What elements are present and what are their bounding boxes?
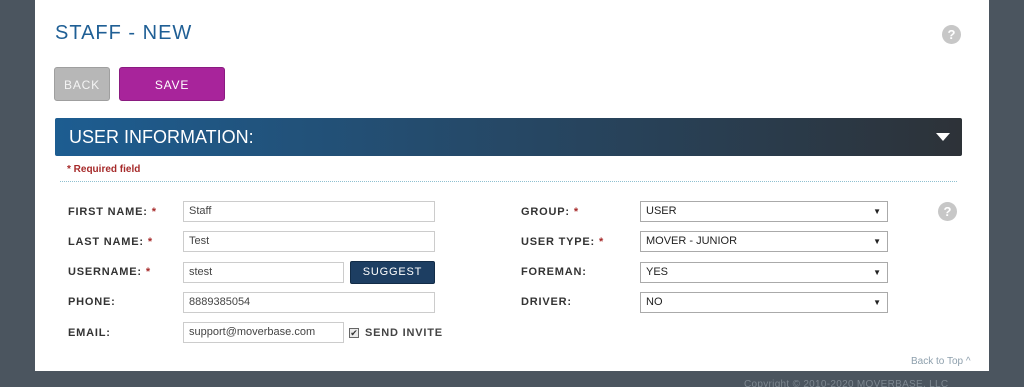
divider	[60, 181, 957, 182]
suggest-button[interactable]: SUGGEST	[350, 261, 435, 284]
content-panel: STAFF - NEW ? BACK SAVE USER INFORMATION…	[35, 0, 989, 371]
group-label: GROUP: *	[521, 206, 579, 218]
back-button[interactable]: BACK	[54, 67, 110, 101]
user-type-label: USER TYPE: *	[521, 236, 605, 248]
send-invite-label[interactable]: SEND INVITE	[365, 327, 443, 339]
page-title: STAFF - NEW	[55, 22, 193, 44]
chevron-down-icon: ▼	[873, 298, 881, 307]
phone-field[interactable]: 8889385054	[183, 292, 435, 313]
first-name-field[interactable]: Staff	[183, 201, 435, 222]
help-icon[interactable]: ?	[938, 202, 957, 221]
email-field[interactable]: support@moverbase.com	[183, 322, 344, 343]
group-select[interactable]: USER ▼	[640, 201, 888, 222]
help-icon[interactable]: ?	[942, 25, 961, 44]
chevron-down-icon: ▼	[873, 237, 881, 246]
send-invite-checkbox[interactable]: ✔	[349, 328, 359, 338]
section-header-user-information[interactable]: USER INFORMATION:	[55, 118, 962, 156]
copyright-text: Copyright © 2010-2020 MOVERBASE, LLC	[744, 379, 949, 387]
first-name-label: FIRST NAME: *	[68, 206, 157, 218]
foreman-label: FOREMAN:	[521, 266, 587, 278]
collapse-caret-icon[interactable]	[936, 133, 950, 141]
driver-label: DRIVER:	[521, 296, 572, 308]
back-to-top-link[interactable]: Back to Top ^	[911, 356, 971, 367]
section-title: USER INFORMATION:	[69, 127, 254, 147]
driver-select[interactable]: NO ▼	[640, 292, 888, 313]
last-name-label: LAST NAME: *	[68, 236, 153, 248]
username-field[interactable]: stest	[183, 262, 344, 283]
username-label: USERNAME: *	[68, 266, 151, 278]
email-label: EMAIL:	[68, 327, 111, 339]
required-field-note: * Required field	[67, 164, 141, 175]
chevron-down-icon: ▼	[873, 268, 881, 277]
chevron-down-icon: ▼	[873, 207, 881, 216]
save-button[interactable]: SAVE	[119, 67, 225, 101]
user-type-select[interactable]: MOVER - JUNIOR ▼	[640, 231, 888, 252]
foreman-select[interactable]: YES ▼	[640, 262, 888, 283]
phone-label: PHONE:	[68, 296, 116, 308]
last-name-field[interactable]: Test	[183, 231, 435, 252]
